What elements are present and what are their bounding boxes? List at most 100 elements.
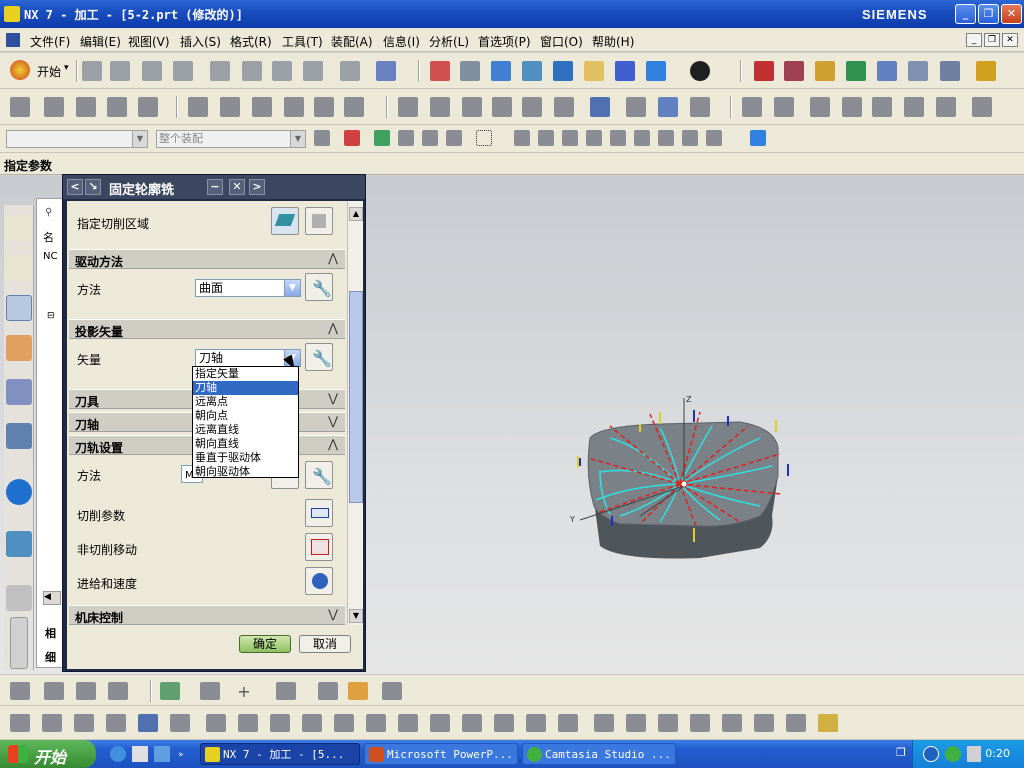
generate-path-icon[interactable]: [590, 97, 610, 117]
snap-quadrant-icon[interactable]: [634, 130, 650, 146]
menu-insert[interactable]: 插入(S): [180, 33, 221, 50]
toolbar-op-icon[interactable]: [44, 97, 64, 117]
menu-info[interactable]: 信息(I): [383, 33, 420, 50]
scroll-down-icon[interactable]: ▼: [349, 609, 363, 623]
toolbar-op-icon[interactable]: [200, 682, 220, 700]
dialog-next-button[interactable]: >: [249, 179, 265, 195]
mdi-close-icon[interactable]: ✕: [1002, 33, 1018, 47]
delete-icon[interactable]: [303, 61, 323, 81]
toolbar-op-icon[interactable]: [462, 97, 482, 117]
snap-intersection-icon[interactable]: [586, 130, 602, 146]
edit-vector-button[interactable]: 🔧: [305, 343, 333, 371]
toolbar-op-icon[interactable]: [10, 97, 30, 117]
dialog-reset-button[interactable]: ↘: [85, 179, 101, 195]
create-method-icon[interactable]: [908, 61, 928, 81]
toolbar-op-icon[interactable]: [334, 714, 354, 732]
toolbar-op-icon[interactable]: [314, 97, 334, 117]
snap-icon[interactable]: [374, 130, 390, 146]
toolbar-op-icon[interactable]: [106, 714, 126, 732]
snap-point-icon[interactable]: [344, 130, 360, 146]
task-nx[interactable]: NX 7 - 加工 - [5...: [200, 743, 360, 765]
toolbar-op-icon[interactable]: [238, 714, 258, 732]
menu-tools[interactable]: 工具(T): [282, 33, 323, 50]
menu-file[interactable]: 文件(F): [30, 33, 70, 50]
dialog-minimize-button[interactable]: −: [207, 179, 223, 195]
shaded-view-icon[interactable]: [646, 61, 666, 81]
nav-row-nc[interactable]: NC: [43, 251, 57, 262]
projection-vector-section[interactable]: 投影矢量 ⋀: [69, 319, 345, 339]
camtasia-tray-icon[interactable]: [945, 746, 961, 762]
maximize-button[interactable]: ❐: [978, 4, 999, 24]
edit-drive-method-button[interactable]: 🔧: [305, 273, 333, 301]
toolbar-op-icon[interactable]: [284, 97, 304, 117]
machine-tool-navigator-icon[interactable]: [6, 255, 32, 281]
wcs-icon[interactable]: [754, 61, 774, 81]
rectangle-select-icon[interactable]: [476, 130, 492, 146]
task-powerpoint[interactable]: Microsoft PowerP...: [364, 743, 518, 765]
start-dropdown-icon[interactable]: ▾: [64, 63, 69, 73]
zoom-window-icon[interactable]: [460, 61, 480, 81]
cancel-button[interactable]: 取消: [299, 635, 351, 653]
toolbar-op-icon[interactable]: [366, 714, 386, 732]
toolbar-op-icon[interactable]: [558, 714, 578, 732]
toolbar-op-icon[interactable]: [74, 714, 94, 732]
toolbar-op-icon[interactable]: [526, 714, 546, 732]
expand-icon[interactable]: ⋁: [325, 607, 341, 623]
toolbar-op-icon[interactable]: [972, 97, 992, 117]
open-file-icon[interactable]: [110, 61, 130, 81]
mdi-minimize-icon[interactable]: _: [966, 33, 982, 47]
menu-assembly[interactable]: 装配(A): [331, 33, 373, 50]
toolbar-op-icon[interactable]: [138, 97, 158, 117]
snap-endpoint-icon[interactable]: [514, 130, 530, 146]
start-icon[interactable]: [10, 60, 30, 80]
snap-center-icon[interactable]: [610, 130, 626, 146]
snap-point-on-surface-icon[interactable]: [706, 130, 722, 146]
task-camtasia[interactable]: Camtasia Studio ...: [522, 743, 676, 765]
toolbar-op-icon[interactable]: [690, 714, 710, 732]
menu-edit[interactable]: 编辑(E): [80, 33, 121, 50]
quicklaunch-icon[interactable]: [132, 746, 148, 762]
create-tool-icon[interactable]: [846, 61, 866, 81]
cut-icon[interactable]: [210, 61, 230, 81]
toolbar-op-icon[interactable]: [936, 97, 956, 117]
ie-quicklaunch-icon[interactable]: [110, 746, 126, 762]
machine-control-section[interactable]: 机床控制 ⋁: [69, 605, 345, 625]
quicklaunch-icon[interactable]: [154, 746, 170, 762]
option-toward-point[interactable]: 朝向点: [193, 409, 298, 423]
nav-dependency-tab[interactable]: 相: [45, 625, 56, 641]
palette-icon[interactable]: [6, 585, 32, 611]
toolbar-op-icon[interactable]: [722, 714, 742, 732]
toolbar-op-icon[interactable]: [170, 714, 190, 732]
create-operation-icon[interactable]: [940, 61, 960, 81]
toolbar-op-icon[interactable]: [42, 714, 62, 732]
roles-icon[interactable]: [6, 379, 32, 405]
menu-window[interactable]: 窗口(O): [540, 33, 583, 50]
option-toward-line[interactable]: 朝向直线: [193, 437, 298, 451]
toolbar-op-icon[interactable]: [872, 97, 892, 117]
toolbar-op-icon[interactable]: [626, 714, 646, 732]
toolbar-op-icon[interactable]: [76, 682, 96, 700]
zoom-in-out-icon[interactable]: [522, 61, 542, 81]
dialog-close-button[interactable]: ✕: [229, 179, 245, 195]
show-cut-area-button[interactable]: [305, 207, 333, 235]
close-button[interactable]: ✕: [1001, 4, 1022, 24]
toolbar-op-icon[interactable]: [742, 97, 762, 117]
undo-icon[interactable]: [340, 61, 360, 81]
save-icon[interactable]: [142, 61, 162, 81]
toolbar-op-icon[interactable]: [754, 714, 774, 732]
edit-method-button[interactable]: 🔧: [305, 461, 333, 489]
toolbar-op-icon[interactable]: [398, 714, 418, 732]
toolbar-op-icon[interactable]: [160, 682, 180, 700]
cut-params-button[interactable]: [305, 499, 333, 527]
zoom-icon[interactable]: [491, 61, 511, 81]
toolbar-op-icon[interactable]: [138, 714, 158, 732]
snap-icon[interactable]: [446, 130, 462, 146]
pin-icon[interactable]: ⚲: [45, 207, 52, 218]
toolbar-op-icon[interactable]: [188, 97, 208, 117]
toolbar-op-icon[interactable]: [382, 682, 402, 700]
measure-icon[interactable]: [976, 61, 996, 81]
non-cut-moves-button[interactable]: [305, 533, 333, 561]
snap-midpoint-icon[interactable]: [538, 130, 554, 146]
pan-icon[interactable]: [584, 61, 604, 81]
toolbar-op-icon[interactable]: [842, 97, 862, 117]
